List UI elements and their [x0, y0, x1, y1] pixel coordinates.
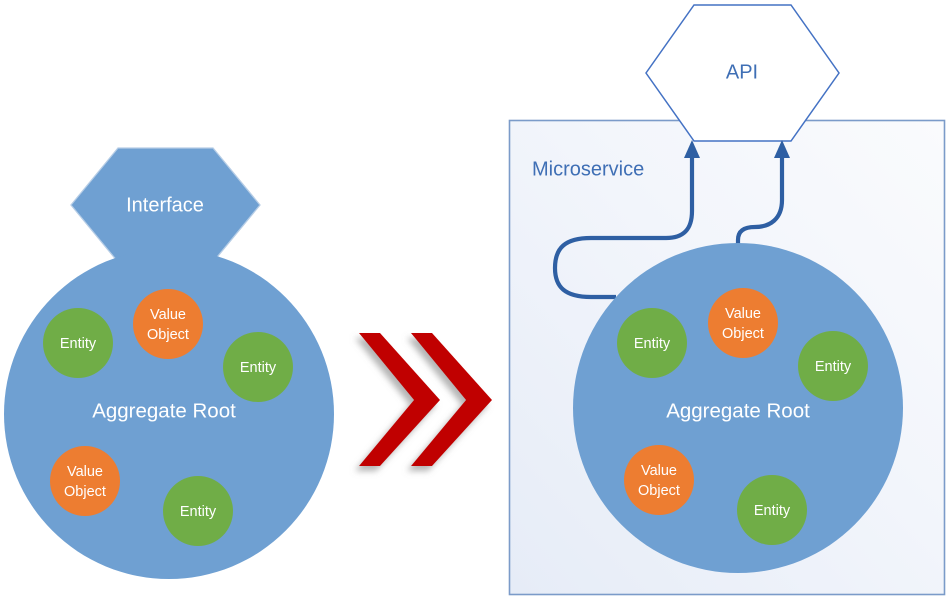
entity-label-left-3: Entity [180, 504, 217, 520]
api-label: API [726, 61, 758, 83]
entity-label-right-2: Entity [815, 359, 852, 375]
value-object-label-left-1-line2: Object [147, 327, 189, 343]
value-object-label-right-1-line2: Object [722, 326, 764, 342]
microservice-label: Microservice [532, 158, 644, 180]
entity-label-left-1: Entity [60, 336, 97, 352]
value-object-circle-right-1 [708, 288, 778, 358]
value-object-circle-left-2 [50, 446, 120, 516]
value-object-label-left-2-line2: Object [64, 484, 106, 500]
transform-double-chevron [359, 333, 492, 466]
entity-label-right-3: Entity [754, 503, 791, 519]
value-object-label-right-2-line2: Object [638, 483, 680, 499]
value-object-circle-right-2 [624, 445, 694, 515]
value-object-label-right-1-line1: Value [725, 306, 761, 322]
diagram-canvas: Microservice API Aggregate Root Entity V… [0, 0, 948, 601]
value-object-label-right-2-line1: Value [641, 463, 677, 479]
value-object-circle-left-1 [133, 289, 203, 359]
aggregate-root-label-right: Aggregate Root [666, 399, 810, 422]
entity-label-right-1: Entity [634, 336, 671, 352]
entity-label-left-2: Entity [240, 360, 277, 376]
value-object-label-left-1-line1: Value [150, 307, 186, 323]
aggregate-root-label-left: Aggregate Root [92, 399, 236, 422]
value-object-label-left-2-line1: Value [67, 464, 103, 480]
interface-label: Interface [126, 194, 204, 216]
